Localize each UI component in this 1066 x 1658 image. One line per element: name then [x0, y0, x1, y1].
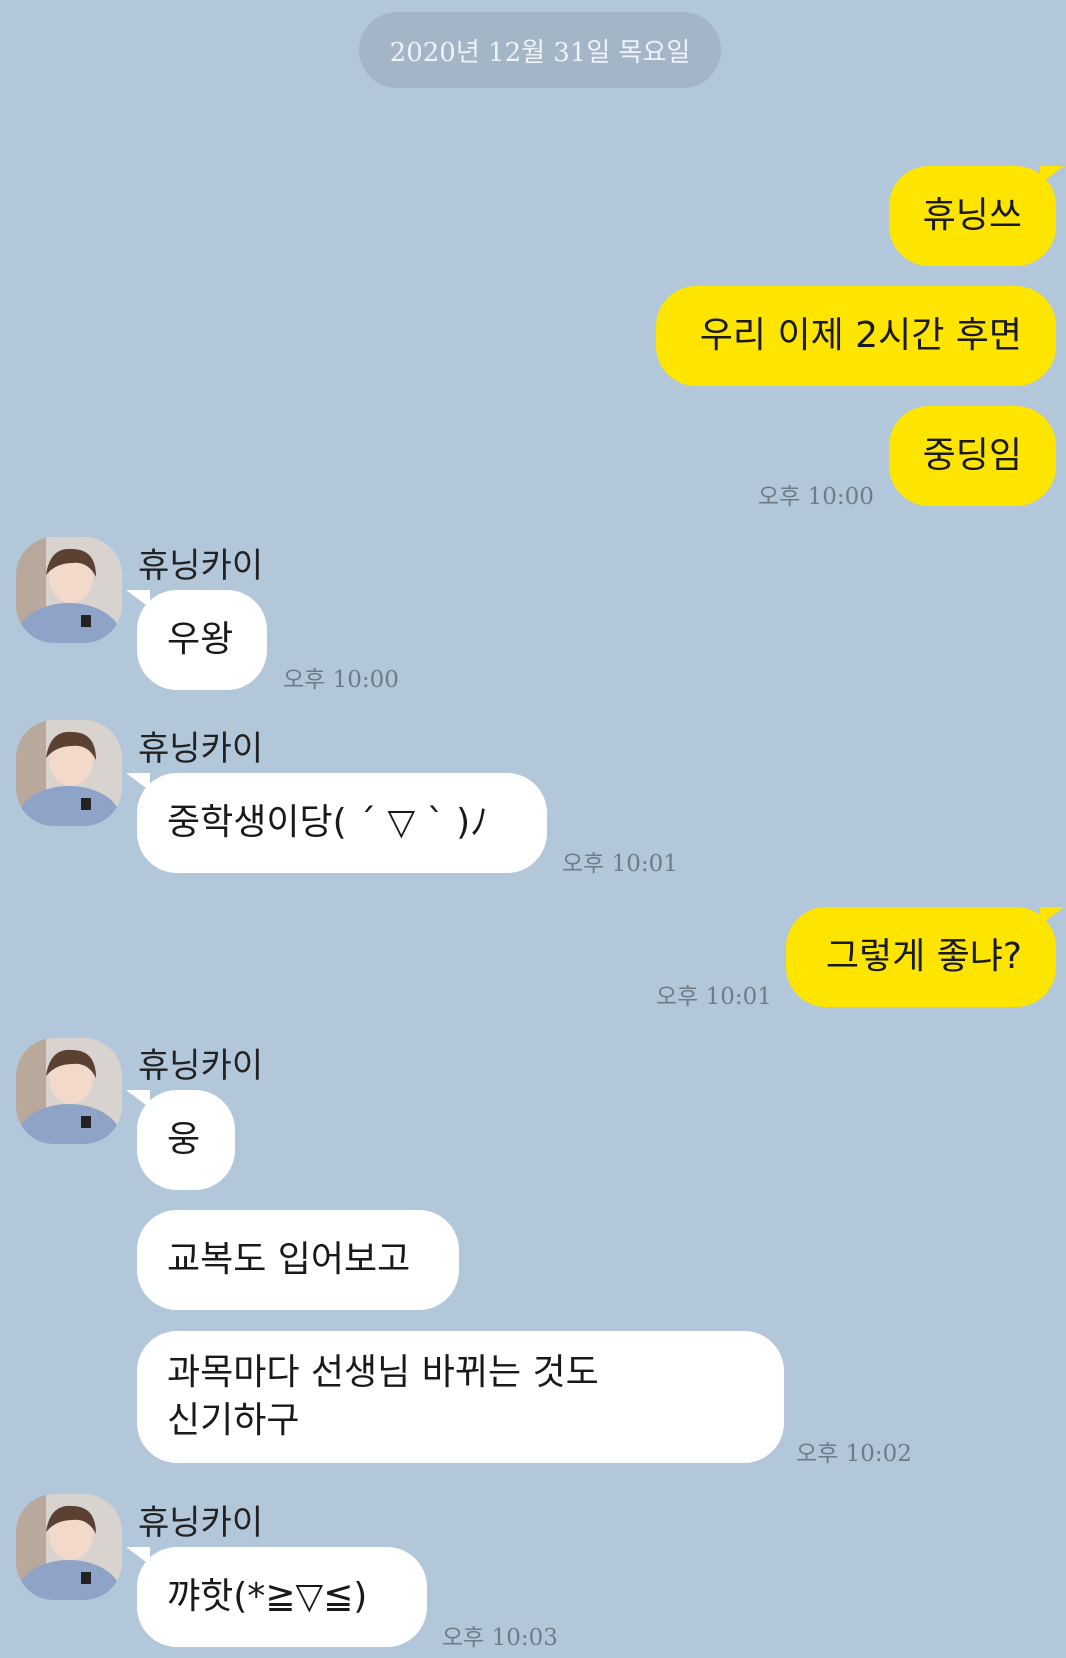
- message-time: 오후 10:00: [758, 484, 874, 510]
- avatar-image: [16, 720, 122, 826]
- their-message-bubble[interactable]: 과목마다 선생님 바뀌는 것도 신기하구: [137, 1331, 784, 1463]
- their-message-bubble[interactable]: 우왕: [137, 590, 267, 690]
- message-time: 오후 10:03: [442, 1625, 558, 1651]
- avatar[interactable]: [16, 720, 122, 826]
- bubble-tail: [126, 1547, 150, 1565]
- their-message-bubble[interactable]: 교복도 입어보고: [137, 1210, 459, 1310]
- their-message-bubble[interactable]: 웅: [137, 1090, 235, 1190]
- message-text: 중딩임: [922, 435, 1022, 476]
- message-text: 우왕: [167, 619, 234, 660]
- message-time: 오후 10:00: [283, 667, 399, 693]
- message-text: 우리 이제 2시간 후면: [699, 315, 1022, 356]
- message-text: 웅: [167, 1119, 201, 1160]
- message-text: 휴닝쓰: [922, 195, 1022, 236]
- message-time: 오후 10:01: [562, 851, 678, 877]
- message-text: 꺄핫(*≧▽≦): [167, 1576, 368, 1617]
- message-text: 교복도 입어보고: [167, 1239, 411, 1280]
- avatar-image: [16, 1494, 122, 1600]
- message-time: 오후 10:01: [656, 984, 772, 1010]
- message-text-line: 신기하구: [167, 1400, 300, 1441]
- sender-name: 휴닝카이: [138, 1046, 264, 1086]
- their-message-bubble[interactable]: 중학생이당( ´ ▽ ` )ﾉ: [137, 773, 547, 873]
- sender-name: 휴닝카이: [138, 546, 264, 586]
- sender-name: 휴닝카이: [138, 729, 264, 769]
- date-divider: 2020년 12월 31일 목요일: [359, 12, 721, 88]
- avatar[interactable]: [16, 537, 122, 643]
- avatar[interactable]: [16, 1494, 122, 1600]
- bubble-tail: [1040, 166, 1064, 184]
- message-text: 그렇게 좋냐?: [825, 936, 1022, 977]
- sender-name: 휴닝카이: [138, 1503, 264, 1543]
- avatar[interactable]: [16, 1038, 122, 1144]
- bubble-tail: [126, 773, 150, 791]
- message-text-line: 과목마다 선생님 바뀌는 것도: [167, 1352, 599, 1393]
- their-message-bubble[interactable]: 꺄핫(*≧▽≦): [137, 1547, 427, 1647]
- my-message-bubble[interactable]: 휴닝쓰: [889, 166, 1056, 266]
- bubble-tail: [126, 590, 150, 608]
- avatar-image: [16, 1038, 122, 1144]
- bubble-tail: [126, 1090, 150, 1108]
- my-message-bubble[interactable]: 우리 이제 2시간 후면: [656, 286, 1056, 386]
- my-message-bubble[interactable]: 그렇게 좋냐?: [786, 907, 1056, 1007]
- avatar-image: [16, 537, 122, 643]
- message-text: 중학생이당( ´ ▽ ` )ﾉ: [167, 802, 489, 843]
- bubble-tail: [1040, 907, 1064, 925]
- my-message-bubble[interactable]: 중딩임: [889, 406, 1056, 506]
- message-time: 오후 10:02: [796, 1441, 912, 1467]
- message-text: 과목마다 선생님 바뀌는 것도 신기하구: [167, 1349, 599, 1445]
